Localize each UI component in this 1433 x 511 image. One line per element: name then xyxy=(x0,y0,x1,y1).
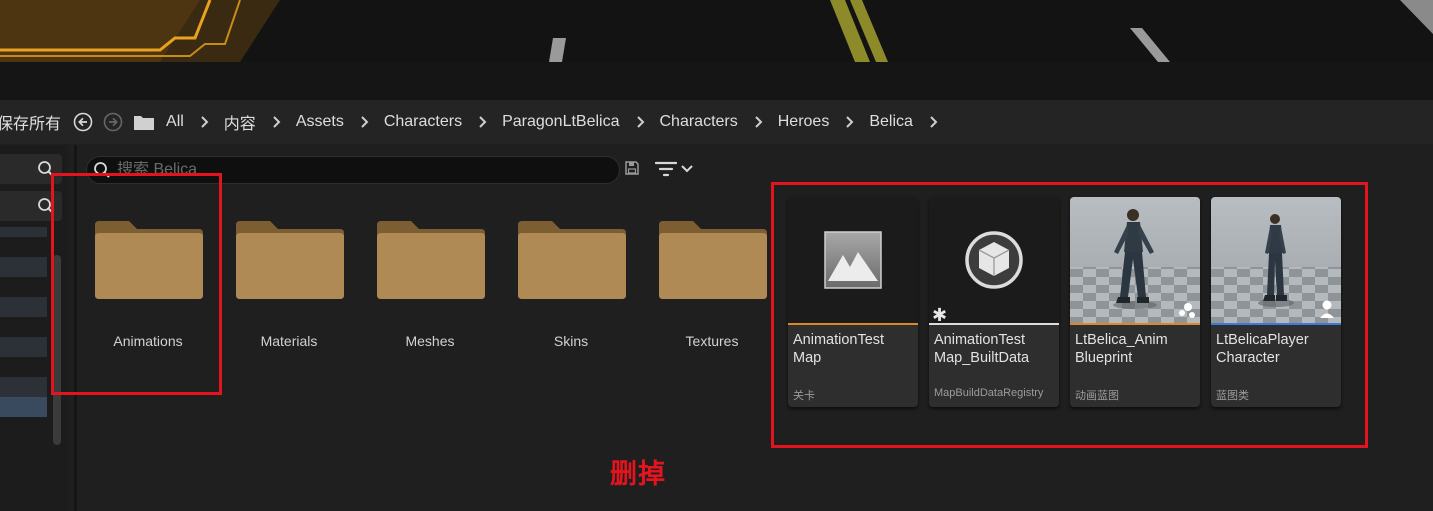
folder-label: Materials xyxy=(260,333,318,349)
chevron-right-icon[interactable] xyxy=(636,115,646,129)
folder-item[interactable]: Textures xyxy=(650,208,774,349)
folder-icon xyxy=(518,221,626,299)
content-browser-toolbar: 保存所有 All 内容 Assets Characters ParagonLtB… xyxy=(0,100,1433,144)
annotation-label: 删掉 xyxy=(610,459,666,489)
level-viewport[interactable] xyxy=(0,0,1433,62)
folder-tree-item[interactable] xyxy=(0,297,47,317)
forward-arrow-icon[interactable] xyxy=(103,112,123,132)
breadcrumb-all[interactable]: All xyxy=(166,113,184,131)
chevron-right-icon[interactable] xyxy=(845,115,855,129)
folder-icon xyxy=(659,221,767,299)
folder-label: Textures xyxy=(685,333,739,349)
folder-label: Meshes xyxy=(405,333,455,349)
folder-tree-item[interactable] xyxy=(0,337,47,357)
chevron-right-icon[interactable] xyxy=(360,115,370,129)
save-search-icon[interactable] xyxy=(624,160,640,181)
panel-tab-strip xyxy=(0,62,1433,100)
chevron-right-icon[interactable] xyxy=(200,115,210,129)
folder-tree-item-selected[interactable] xyxy=(0,397,47,417)
folder-tree-item[interactable] xyxy=(0,377,47,397)
folder-icon[interactable] xyxy=(133,112,155,132)
folder-item[interactable]: Meshes xyxy=(368,208,492,349)
folder-icon xyxy=(236,221,344,299)
filter-icon xyxy=(655,161,677,177)
filter-dropdown-button[interactable] xyxy=(655,160,694,178)
folder-tree-item[interactable] xyxy=(0,227,47,237)
breadcrumb-paragonltbelica[interactable]: ParagonLtBelica xyxy=(502,113,619,131)
breadcrumb-assets[interactable]: Assets xyxy=(296,113,344,131)
back-arrow-icon[interactable] xyxy=(73,112,93,132)
breadcrumb-belica[interactable]: Belica xyxy=(869,113,913,131)
folder-label: Skins xyxy=(553,333,589,349)
chevron-right-icon[interactable] xyxy=(754,115,764,129)
folder-item[interactable]: Skins xyxy=(509,208,633,349)
folder-item[interactable]: Materials xyxy=(227,208,351,349)
breadcrumb-characters-2[interactable]: Characters xyxy=(660,113,738,131)
annotation-box-assets xyxy=(771,182,1368,448)
folder-icon xyxy=(377,221,485,299)
chevron-right-icon[interactable] xyxy=(478,115,488,129)
breadcrumb-content[interactable]: 内容 xyxy=(224,110,256,134)
chevron-right-icon[interactable] xyxy=(272,115,282,129)
save-all-button[interactable]: 保存所有 xyxy=(0,110,61,134)
chevron-down-icon xyxy=(681,165,693,173)
chevron-right-icon[interactable] xyxy=(929,115,939,129)
breadcrumb-characters[interactable]: Characters xyxy=(384,113,462,131)
annotation-box-folder xyxy=(51,173,222,395)
folder-tree-item[interactable] xyxy=(0,257,47,277)
breadcrumb-heroes[interactable]: Heroes xyxy=(778,113,830,131)
